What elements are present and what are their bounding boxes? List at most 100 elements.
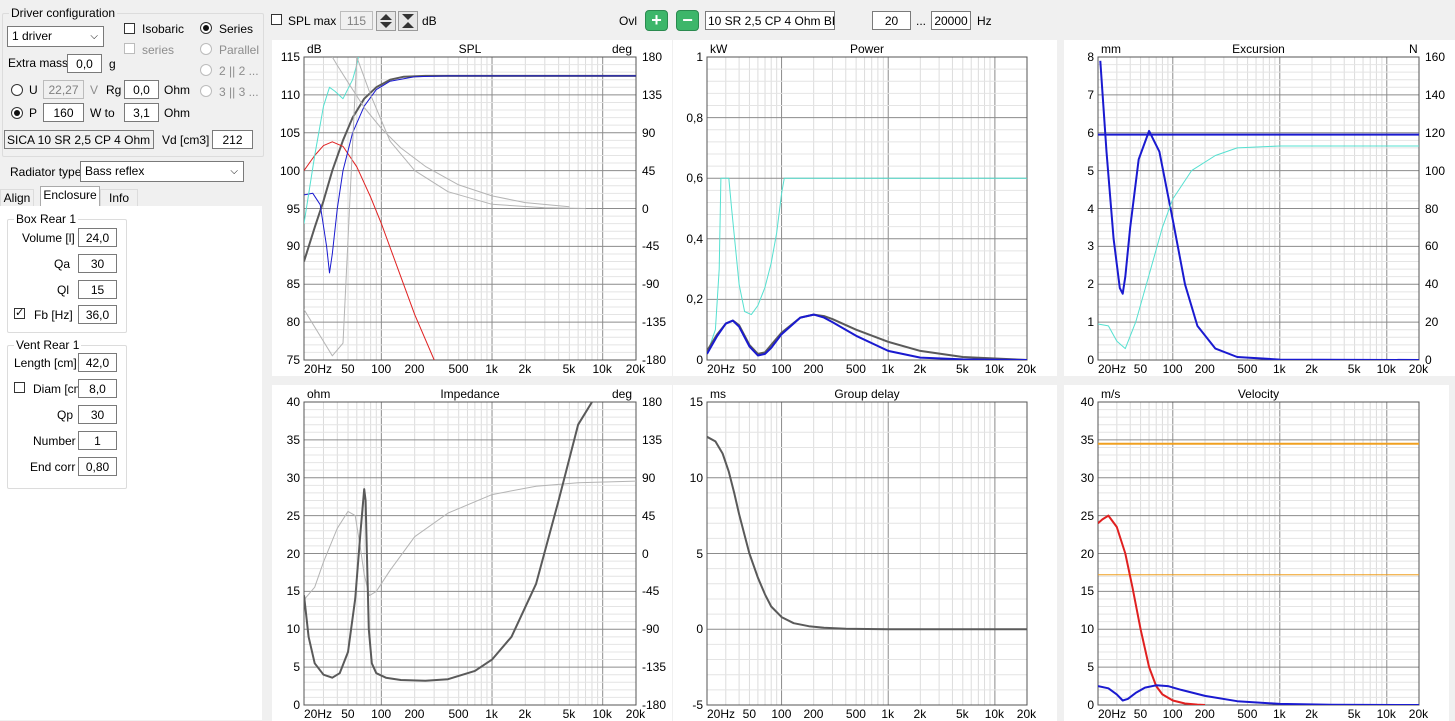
radiator-type-select[interactable]: Bass reflex ⌵ [80, 161, 244, 182]
x-tick-label: 20Hz [1098, 707, 1127, 721]
y-tick-label: 5 [1087, 660, 1094, 675]
tab-info[interactable]: Info [100, 189, 138, 207]
spl-spin-button[interactable] [376, 11, 396, 31]
y2-tick-label: 135 [642, 87, 663, 102]
qa-input[interactable]: 30 [78, 254, 117, 273]
end-corr-label: End corr [30, 460, 76, 474]
opt3-label: 3 || 3 ... [219, 85, 259, 99]
volume-label: Volume [l] [22, 231, 75, 245]
tab-align[interactable]: Align [0, 189, 34, 207]
y-tick-label: 1 [696, 50, 703, 64]
diam-input[interactable]: 8,0 [78, 379, 117, 398]
qp-input[interactable]: 30 [78, 405, 117, 424]
opt3-radio[interactable] [200, 85, 212, 97]
x-tick-label: 500 [448, 707, 469, 721]
x-tick-label: 2k [913, 707, 927, 721]
diam-checkbox[interactable] [14, 382, 25, 393]
fb-checkbox[interactable] [14, 306, 25, 319]
x-tick-label: 100 [1162, 362, 1183, 376]
y2-tick-label: 120 [1425, 125, 1446, 140]
y-tick-label: 30 [286, 470, 300, 485]
series-line-4 [304, 57, 586, 357]
tab-enclosure[interactable]: Enclosure [40, 186, 100, 207]
x-tick-label: 20Hz [1098, 362, 1127, 376]
x-tick-label: 10k [592, 362, 612, 376]
chevron-down-icon: ⌵ [90, 31, 98, 42]
x-tick-label: 50 [742, 707, 756, 721]
spl-max-input[interactable]: 115 [340, 11, 373, 30]
parallel-label: Parallel [219, 43, 260, 57]
x-tick-label: 2k [1305, 707, 1318, 721]
chart-plot-excursion [1097, 56, 1420, 361]
number-input[interactable]: 1 [78, 431, 117, 450]
y-tick-label: 15 [1080, 584, 1094, 599]
qp-label: Qp [57, 408, 74, 422]
x-tick-label: 20k [625, 707, 646, 721]
opt2-radio[interactable] [200, 64, 212, 76]
y2-tick-label: 45 [642, 508, 656, 523]
volume-input[interactable]: 24,0 [78, 228, 117, 247]
parallel-radio[interactable] [200, 43, 212, 55]
x-tick-label: 20k [1016, 362, 1037, 376]
y-tick-label: 15 [286, 584, 300, 599]
x-tick-label: 1k [1272, 362, 1286, 376]
y-tick-label: 10 [689, 470, 703, 485]
p-input[interactable]: 160 [43, 103, 84, 122]
driver-name-field[interactable]: SICA 10 SR 2,5 CP 4 Ohm [4, 130, 154, 149]
y-tick-label: 15 [689, 395, 703, 409]
chart-panel-impedance[interactable]: Impedance ohm deg 40 35 30 25 20 15 10 5 0 180 135 90 4… [272, 385, 672, 721]
p-radio[interactable] [11, 107, 23, 119]
chart-panel-velocity[interactable]: Velocity m/s 40 35 30 25 20 15 10 5 0 20Hz 50 100 200 5… [1064, 385, 1449, 721]
extra-mass-input[interactable]: 0,0 [67, 54, 102, 73]
y-tick-label: 0 [696, 622, 703, 637]
x-tick-label: 20k [1016, 707, 1037, 721]
chart-panel-groupdelay[interactable]: Group delay ms 15 10 5 0 -5 20Hz 50 100 200 500 1k 2k… [673, 385, 1057, 721]
series-radio[interactable] [200, 22, 212, 34]
isobaric-series-checkbox[interactable] [124, 43, 135, 54]
plot-frame [706, 56, 1028, 361]
x-tick-label: 200 [803, 707, 824, 721]
ql-input[interactable]: 15 [78, 280, 117, 299]
y-tick-label: 2 [1087, 277, 1094, 292]
y2-tick-label: 90 [642, 125, 656, 140]
rg-input[interactable]: 0,0 [124, 80, 159, 99]
chart-panel-power[interactable]: Power kW 1 0,8 0,6 0,4 0,2 0 20Hz 50 100 200 500 1k 2k… [673, 40, 1057, 376]
radiator-type-label: Radiator type [10, 165, 82, 179]
chevron-down-icon: ⌵ [230, 166, 238, 177]
chart-panel-spl[interactable]: SPL dB deg 115 110 105 100 95 90 85 80 75 180 135 90 45… [272, 40, 672, 376]
chart-plot-velocity [1097, 401, 1420, 706]
length-input[interactable]: 42,0 [78, 353, 117, 372]
y2-tick-label: 140 [1425, 87, 1446, 102]
y-tick-label: 0 [696, 353, 703, 367]
isobaric-checkbox[interactable] [124, 23, 135, 34]
y-tick-label: 40 [1080, 395, 1094, 409]
project-name-input[interactable]: 10 SR 2,5 CP 4 Ohm BR2 [705, 11, 835, 30]
x-tick-label: 10k [984, 707, 1005, 721]
x-tick-label: 100 [771, 362, 792, 376]
y-tick-label: 85 [286, 277, 300, 292]
u-radio[interactable] [11, 84, 23, 96]
add-button[interactable]: + [645, 10, 668, 31]
chart-plot-groupdelay [706, 401, 1028, 706]
spl-collapse-button[interactable] [398, 11, 418, 31]
series-line-0 [707, 435, 1027, 631]
freq-to-input[interactable]: 20000 [931, 11, 971, 30]
collapse-arrows-icon [402, 14, 414, 28]
x-tick-label: 500 [448, 362, 469, 376]
chart-panel-excursion[interactable]: Excursion mm N 8 7 6 5 4 3 2 1 0 160 140 120 100 80 60 40 2… [1064, 40, 1455, 376]
u-label: U [29, 83, 38, 97]
w-to-label: W to [90, 106, 115, 120]
spl-max-checkbox[interactable] [271, 14, 282, 25]
end-corr-input[interactable]: 0,80 [78, 457, 117, 476]
freq-from-input[interactable]: 20 [872, 11, 911, 30]
remove-button[interactable]: − [676, 10, 699, 31]
y2-tick-label: 20 [1425, 315, 1439, 330]
w-to-input[interactable]: 3,1 [124, 103, 159, 122]
x-tick-label: 20k [1408, 707, 1429, 721]
fb-input[interactable]: 36,0 [78, 305, 117, 324]
driver-count-select[interactable]: 1 driver ⌵ [7, 26, 104, 47]
y-tick-label: 90 [286, 239, 300, 254]
u-input[interactable]: 22,27 [43, 80, 84, 99]
fb-label: Fb [Hz] [34, 308, 73, 322]
series-line-0 [304, 480, 636, 601]
